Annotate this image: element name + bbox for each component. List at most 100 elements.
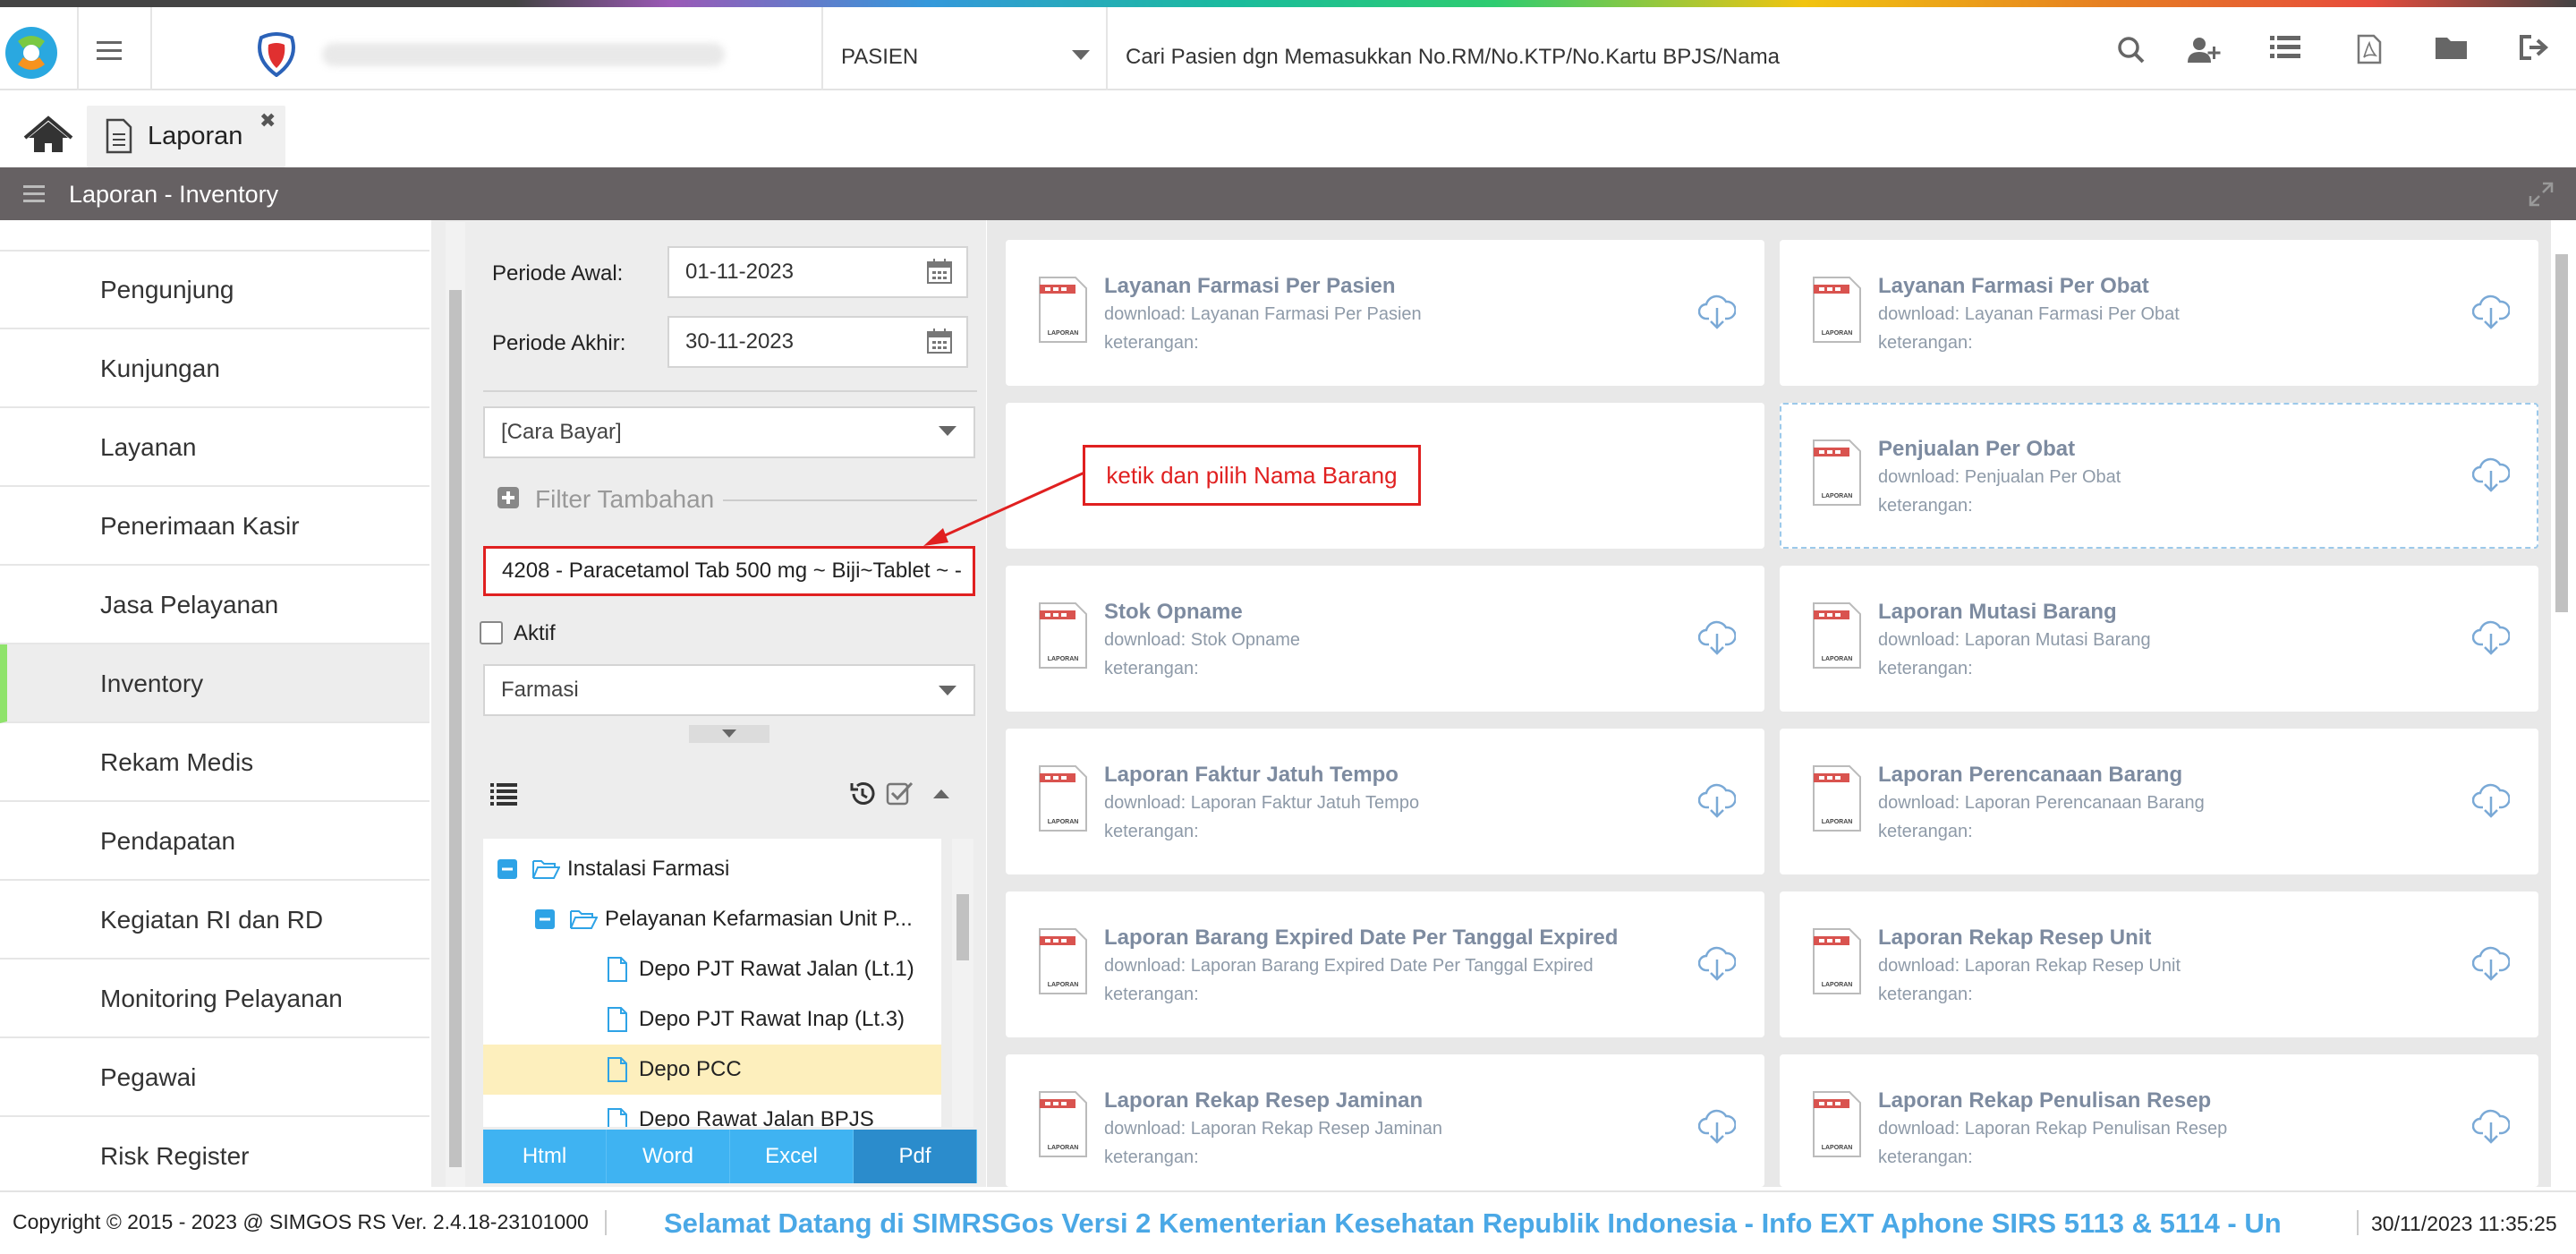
calendar-icon[interactable] (926, 258, 953, 285)
file-icon (607, 1056, 628, 1083)
tree-node-label: Depo PJT Rawat Inap (Lt.3) (639, 1007, 905, 1031)
report-document-icon: LAPORAN (1810, 1090, 1862, 1158)
tree-node[interactable]: Instalasi Farmasi (483, 844, 941, 894)
export-word-button[interactable]: Word (607, 1130, 730, 1183)
report-card[interactable]: LAPORAN Laporan Mutasi Barang download: La… (1780, 566, 2538, 712)
report-card[interactable]: LAPORAN Laporan Rekap Resep Unit download:… (1780, 891, 2538, 1037)
nama-barang-input[interactable]: 4208 - Paracetamol Tab 500 mg ~ Biji~Tab… (483, 546, 975, 596)
export-html-button[interactable]: Html (483, 1130, 607, 1183)
report-download-text: download: Laporan Barang Expired Date Pe… (1104, 956, 1594, 976)
cloud-download-icon[interactable] (1698, 945, 1736, 981)
file-icon (607, 1006, 628, 1033)
folder-icon[interactable] (2436, 34, 2468, 66)
kategori-select[interactable]: Farmasi (483, 664, 975, 716)
nav-item-inventory[interactable]: Inventory (0, 644, 429, 723)
report-card[interactable]: LAPORAN Laporan Rekap Resep Jaminan downlo… (1006, 1054, 1764, 1187)
cloud-download-icon[interactable] (2472, 619, 2510, 655)
module-select-value[interactable]: PASIEN (841, 45, 918, 70)
menu-icon[interactable] (97, 41, 122, 61)
add-user-icon[interactable] (2186, 34, 2221, 66)
grid-scrollbar[interactable] (2551, 233, 2572, 1187)
tree-scrollbar[interactable] (952, 839, 973, 1127)
filter-tambahan-label[interactable]: Filter Tambahan (535, 485, 714, 514)
minus-square-icon[interactable] (535, 909, 555, 929)
chevron-down-icon[interactable] (939, 426, 956, 436)
cloud-download-icon[interactable] (2472, 456, 2510, 492)
minus-square-icon[interactable] (497, 859, 517, 879)
aktif-checkbox[interactable] (480, 621, 503, 644)
report-card[interactable]: LAPORAN Laporan Rekap Penulisan Resep down… (1780, 1054, 2538, 1187)
report-download-text: download: Laporan Perencanaan Barang (1878, 793, 2205, 813)
nav-item-kunjungan[interactable]: Kunjungan (0, 329, 429, 408)
report-title: Penjualan Per Obat (1878, 437, 2076, 461)
report-document-icon: LAPORAN (1036, 927, 1088, 995)
cloud-download-icon[interactable] (1698, 1108, 1736, 1144)
export-excel-button[interactable]: Excel (730, 1130, 854, 1183)
tree-node[interactable]: Depo PJT Rawat Jalan (Lt.1) (483, 944, 941, 994)
nav-item-penerimaan-kasir[interactable]: Penerimaan Kasir (0, 487, 429, 566)
report-document-icon: LAPORAN (1036, 764, 1088, 832)
tree-node[interactable]: Depo Rawat Jalan BPJS (483, 1095, 941, 1127)
nav-item-monitoring-pelayanan[interactable]: Monitoring Pelayanan (0, 960, 429, 1038)
svg-text:LAPORAN: LAPORAN (1822, 656, 1853, 662)
periode-akhir-input[interactable]: 30-11-2023 (667, 316, 968, 368)
tree-node[interactable]: Depo PCC (483, 1045, 941, 1095)
report-download-text: download: Laporan Mutasi Barang (1878, 630, 2151, 650)
menu-icon[interactable] (23, 185, 45, 203)
logout-icon[interactable] (2519, 34, 2551, 66)
nav-item-pengunjung[interactable]: Pengunjung (0, 251, 429, 329)
cloud-download-icon[interactable] (2472, 782, 2510, 818)
nav-item-risk-register[interactable]: Risk Register (0, 1117, 429, 1196)
export-pdf-button[interactable]: Pdf (854, 1130, 977, 1183)
app-logo[interactable] (4, 25, 59, 81)
search-icon[interactable] (2115, 34, 2147, 66)
collapse-toggle[interactable] (689, 725, 769, 743)
nav-item-jasa-pelayanan[interactable]: Jasa Pelayanan (0, 566, 429, 644)
list-icon[interactable] (2270, 34, 2302, 66)
report-card[interactable]: LAPORAN Laporan Faktur Jatuh Tempo downloa… (1006, 729, 1764, 874)
home-icon[interactable] (16, 107, 81, 163)
report-document-icon: LAPORAN (1810, 764, 1862, 832)
pdf-icon[interactable] (2357, 34, 2389, 66)
chevron-down-icon[interactable] (939, 686, 956, 695)
tree-node[interactable]: Pelayanan Kefarmasian Unit P... (483, 894, 941, 944)
report-document-icon: LAPORAN (1036, 276, 1088, 344)
list-icon[interactable] (490, 782, 517, 806)
history-icon[interactable] (848, 780, 877, 808)
close-icon[interactable]: ✖ (259, 109, 276, 132)
nav-item-pegawai[interactable]: Pegawai (0, 1038, 429, 1117)
nav-item-pendapatan[interactable]: Pendapatan (0, 802, 429, 881)
cloud-download-icon[interactable] (1698, 782, 1736, 818)
report-card[interactable]: LAPORAN Penjualan Per Obat download: Penju… (1780, 403, 2538, 549)
nav-item-layanan[interactable]: Layanan (0, 408, 429, 487)
svg-text:LAPORAN: LAPORAN (1822, 493, 1853, 499)
report-card[interactable]: LAPORAN Laporan Barang Expired Date Per T… (1006, 891, 1764, 1037)
cloud-download-icon[interactable] (1698, 619, 1736, 655)
report-card[interactable]: LAPORAN Laporan Perencanaan Barang downloa… (1780, 729, 2538, 874)
cloud-download-icon[interactable] (2472, 1108, 2510, 1144)
check-square-icon[interactable] (886, 781, 914, 807)
filter-scrollbar[interactable] (446, 222, 465, 1187)
expand-icon[interactable] (2529, 182, 2554, 207)
report-title: Laporan Perencanaan Barang (1878, 763, 2183, 787)
nav-item-kegiatan-ri-dan-rd[interactable]: Kegiatan RI dan RD (0, 881, 429, 960)
report-card[interactable]: LAPORAN Layanan Farmasi Per Pasien downloa… (1006, 240, 1764, 386)
nav-item-rekam-medis[interactable]: Rekam Medis (0, 723, 429, 802)
report-card[interactable]: LAPORAN Layanan Farmasi Per Obat download:… (1780, 240, 2538, 386)
report-download-text: download: Layanan Farmasi Per Pasien (1104, 304, 1422, 324)
tree-node[interactable]: Depo PJT Rawat Inap (Lt.3) (483, 994, 941, 1045)
nav-item-label: Pendapatan (100, 827, 236, 855)
info-marquee: Selamat Datang di SIMRSGos Versi 2 Kemen… (664, 1207, 2282, 1239)
chevron-up-icon[interactable] (933, 789, 949, 798)
cloud-download-icon[interactable] (1698, 294, 1736, 329)
cloud-download-icon[interactable] (2472, 945, 2510, 981)
cara-bayar-select[interactable]: [Cara Bayar] (483, 406, 975, 458)
report-card[interactable]: LAPORAN Stok Opname download: Stok Opname k… (1006, 566, 1764, 712)
plus-square-icon[interactable] (497, 487, 519, 508)
calendar-icon[interactable] (926, 328, 953, 354)
report-keterangan: keterangan: (1878, 659, 1973, 678)
periode-awal-input[interactable]: 01-11-2023 (667, 246, 968, 298)
cloud-download-icon[interactable] (2472, 294, 2510, 329)
chevron-down-icon[interactable] (1072, 50, 1090, 60)
patient-search-input[interactable]: Cari Pasien dgn Memasukkan No.RM/No.KTP/… (1126, 45, 1780, 70)
